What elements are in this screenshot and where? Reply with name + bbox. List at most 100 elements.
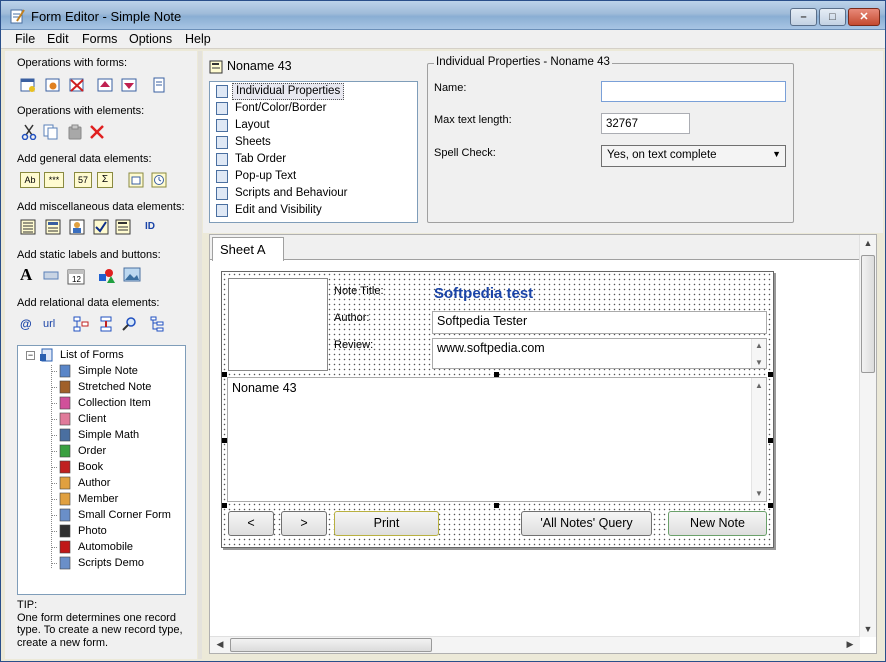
horizontal-scroll-thumb[interactable] [230,638,432,652]
resize-handle[interactable] [768,372,773,377]
copy-icon[interactable] [43,124,59,140]
designer-vertical-scrollbar[interactable]: ▲ ▼ [859,235,876,637]
resize-handle[interactable] [222,503,227,508]
review-label[interactable]: Review: [334,339,373,351]
menu-options[interactable]: Options [129,32,172,46]
spell-check-select[interactable]: Yes, on text complete ▼ [601,145,786,167]
sum-field-icon[interactable]: Σ [97,172,113,188]
combo-icon[interactable] [20,219,36,235]
collapse-toggle[interactable]: − [26,351,35,360]
all-notes-query-button[interactable]: 'All Notes' Query [521,511,652,536]
memo-field[interactable]: Noname 43 ▲ ▼ [227,377,767,502]
form-type-icon [59,476,71,490]
menu-help[interactable]: Help [185,32,211,46]
tip-text: One form determines one record type. To … [17,611,183,649]
page-icon[interactable] [151,77,167,93]
date-field-icon[interactable] [128,172,144,188]
tree-item-label: Scripts Demo [78,557,145,569]
calendar-icon[interactable]: 12 [67,267,85,285]
paste-icon[interactable] [67,124,83,140]
scroll-right-icon[interactable]: ▶ [842,639,858,650]
vertical-scroll-thumb[interactable] [861,255,875,373]
line-icon[interactable] [43,267,59,283]
resize-handle[interactable] [222,372,227,377]
move-down-icon[interactable] [121,77,137,93]
max-text-length-input[interactable] [601,113,690,134]
review-scrollbar[interactable]: ▲ ▼ [751,339,766,368]
email-icon[interactable]: @ [20,316,36,332]
menu-edit[interactable]: Edit [47,32,69,46]
section-label: Add static labels and buttons: [17,249,161,261]
property-page-icon [216,136,228,149]
group-title: Individual Properties - Noname 43 [434,56,612,68]
form-name-title: Noname 43 [227,59,292,73]
tree-guide-line [51,467,57,468]
minimize-icon: – [800,11,807,23]
tree-icon[interactable] [149,316,165,332]
resize-handle[interactable] [494,372,499,377]
scroll-left-icon[interactable]: ◀ [212,639,228,650]
photo-placeholder[interactable] [228,278,328,371]
resize-handle[interactable] [768,503,773,508]
resize-handle[interactable] [768,438,773,443]
form-type-icon [59,428,71,442]
property-categories-list[interactable]: Individual Properties Font/Color/Border … [209,81,418,223]
form-type-icon [59,508,71,522]
link-icon[interactable] [98,316,114,332]
delete-form-icon[interactable] [69,77,85,93]
tree-guide-line [51,563,57,564]
minimize-button[interactable]: – [790,8,817,26]
shapes-icon[interactable] [98,267,116,285]
scroll-up-icon[interactable]: ▲ [860,238,876,248]
memo-value: Noname 43 [232,381,297,395]
previous-button[interactable]: < [228,511,274,536]
memo-icon[interactable] [115,219,131,235]
new-form-icon[interactable] [20,77,36,93]
move-up-icon[interactable] [97,77,113,93]
checkbox-icon[interactable] [93,219,109,235]
menu-forms[interactable]: Forms [82,32,117,46]
text-field-icon[interactable]: Ab [20,172,40,188]
property-page-icon [216,85,228,98]
designer-horizontal-scrollbar[interactable]: ◀ ▶ [210,636,860,653]
spell-check-label: Spell Check: [434,147,496,159]
label-icon[interactable]: A [20,266,36,283]
memo-scrollbar[interactable]: ▲ ▼ [751,378,766,501]
name-input[interactable] [601,81,786,102]
password-field-icon[interactable]: *** [44,172,64,188]
search-icon[interactable] [121,316,137,332]
relation-icon[interactable] [73,316,89,332]
panel-splitter[interactable] [198,51,202,659]
time-field-icon[interactable] [151,172,167,188]
form-type-icon [59,556,71,570]
resize-handle[interactable] [494,503,499,508]
scroll-down-icon[interactable]: ▼ [860,624,876,634]
maximize-button[interactable]: □ [819,8,846,26]
author-field[interactable]: Softpedia Tester [432,311,767,334]
next-button[interactable]: > [281,511,327,536]
form-canvas[interactable]: Note Title: Softpedia test Author: Softp… [221,271,774,548]
forms-tree[interactable]: − List of Forms Simple Note Stretched Not… [17,345,186,595]
window-title: Form Editor - Simple Note [31,9,182,24]
url-icon[interactable]: url [43,316,63,332]
picture-icon[interactable] [123,267,141,283]
cut-icon[interactable] [21,124,37,140]
resize-handle[interactable] [222,438,227,443]
note-title-field[interactable]: Softpedia test [432,284,767,303]
review-field[interactable]: www.softpedia.com ▲ ▼ [432,338,767,369]
number-field-icon[interactable]: 57 [74,172,92,188]
tab-sheet-a[interactable]: Sheet A [212,237,284,261]
id-icon[interactable]: ID [145,219,165,235]
tree-guide-line [51,435,57,436]
new-note-button[interactable]: New Note [668,511,767,536]
author-label[interactable]: Author: [334,312,369,324]
print-button[interactable]: Print [334,511,439,536]
list-icon[interactable] [45,219,61,235]
menu-file[interactable]: File [15,32,35,46]
image-icon[interactable] [69,219,85,235]
sheet-tabs: Sheet A [210,235,860,261]
form-properties-icon[interactable] [45,77,61,93]
close-button[interactable]: ✕ [848,8,880,26]
note-title-label[interactable]: Note Title: [334,285,384,297]
delete-icon[interactable] [89,124,105,140]
